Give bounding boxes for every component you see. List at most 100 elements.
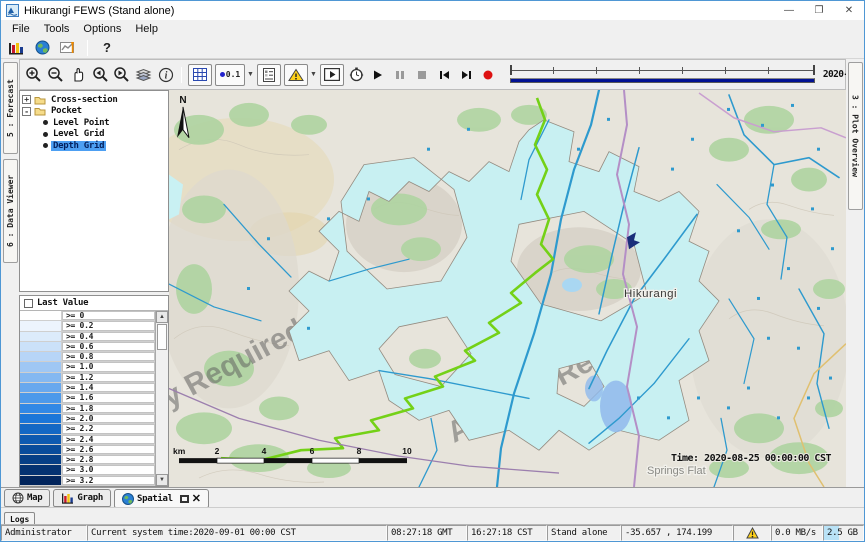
tree-item[interactable]: + Cross-section [22,94,166,106]
legend-toggle-button[interactable] [257,64,281,86]
legend-list: >= 0 >= 0.2 >= 0.4 >= 0.6 >= 0.8 >= 1.0 … [20,311,155,486]
spatial-display-icon[interactable] [57,38,79,57]
tree-item-label[interactable]: Level Point [51,118,111,128]
legend-color-swatch [20,393,62,402]
map-time-label: Time: 2020-08-25 00:00:00 CST [671,452,831,464]
tab-forecast[interactable]: 5 : Forecast [3,62,18,154]
legend-value-label: >= 0.6 [62,342,155,351]
legend-row[interactable]: >= 2.4 [20,435,155,445]
zoom-next-icon[interactable] [111,64,132,86]
scrollbar-thumb[interactable] [157,324,167,350]
chevron-down-icon[interactable]: ▼ [247,71,254,78]
tree-item-label[interactable]: Depth Grid [51,141,106,151]
menu-help[interactable]: Help [128,22,165,36]
status-local-time: 16:27:18 CST [467,525,547,541]
tree-item-label[interactable]: Level Grid [51,129,106,139]
tab-graph-label: Graph [77,493,103,503]
pan-icon[interactable] [67,64,88,86]
tab-close-icon[interactable]: ✕ [192,494,201,504]
bar-chart-icon [61,492,74,504]
last-value-checkbox[interactable] [24,299,33,308]
menu-file[interactable]: File [5,22,37,36]
legend-row[interactable]: >= 2.6 [20,445,155,455]
legend-row[interactable]: >= 1.4 [20,383,155,393]
tab-data-viewer[interactable]: 6 : Data Viewer [3,159,18,263]
timeline-slider[interactable] [510,64,815,86]
expander-icon[interactable]: + [22,95,31,104]
tree-item[interactable]: Level Point [22,117,166,129]
left-tab-strip: 5 : Forecast 6 : Data Viewer [1,59,19,487]
close-button[interactable]: ✕ [834,1,864,20]
tab-maximize-icon[interactable] [180,495,189,503]
scroll-down-icon[interactable]: ▼ [156,474,168,486]
legend-row[interactable]: >= 1.2 [20,373,155,383]
place-label-hikurangi: Hikurangi [624,288,677,300]
tree-item[interactable]: Level Grid [22,129,166,141]
map-toolbar: i 0.1 ▼ ▼ [19,59,846,90]
legend-row[interactable]: >= 1.0 [20,362,155,372]
skip-to-start-icon[interactable] [434,64,455,86]
pause-icon[interactable] [390,64,411,86]
legend-row[interactable]: >= 0.6 [20,342,155,352]
legend-row[interactable]: >= 0.2 [20,321,155,331]
right-tab-strip: 3 : Plot Overview [846,59,864,487]
tree-item-selected[interactable]: Depth Grid [22,140,166,152]
menu-tools[interactable]: Tools [37,22,77,36]
wireframe-globe-icon [12,492,24,504]
title-bar: Hikurangi FEWS (Stand alone) — ❐ ✕ [1,1,864,20]
expander-icon[interactable]: - [22,107,31,116]
layers-icon[interactable] [133,64,154,86]
legend-row[interactable]: >= 2.0 [20,414,155,424]
globe-icon[interactable] [31,38,53,57]
play-icon[interactable] [368,64,389,86]
stop-icon[interactable] [412,64,433,86]
legend-row[interactable]: >= 2.8 [20,455,155,465]
maximize-button[interactable]: ❐ [804,1,834,20]
map-view[interactable]: API Key Required API Key Required [169,90,846,487]
point-size-button[interactable]: 0.1 [215,64,245,86]
legend-scrollbar[interactable]: ▲ ▼ [155,311,168,486]
tab-plot-overview[interactable]: 3 : Plot Overview [848,62,863,210]
data-display-icon[interactable] [5,38,27,57]
animation-settings-icon[interactable] [346,64,367,86]
tree-item-label[interactable]: Pocket [49,106,84,116]
legend-row[interactable]: >= 3.0 [20,465,155,475]
legend-row[interactable]: >= 2.2 [20,424,155,434]
zoom-out-icon[interactable] [45,64,66,86]
legend-color-swatch [20,465,62,474]
legend-row[interactable]: >= 3.2 [20,476,155,486]
zoom-in-icon[interactable] [23,64,44,86]
tab-spatial[interactable]: Spatial ✕ [114,489,209,508]
tab-graph[interactable]: Graph [53,489,111,507]
chevron-down-icon[interactable]: ▼ [310,71,317,78]
tree-item[interactable]: - Pocket [22,106,166,118]
tab-map[interactable]: Map [4,489,50,507]
minimize-button[interactable]: — [774,1,804,20]
legend-row[interactable]: >= 1.8 [20,404,155,414]
folder-icon [34,95,46,105]
globe-icon [122,493,134,505]
record-icon[interactable] [478,64,499,86]
last-value-label: Last Value [37,298,88,308]
help-button[interactable]: ? [96,38,118,57]
animation-movie-button[interactable] [320,64,344,86]
zoom-previous-icon[interactable] [89,64,110,86]
scroll-up-icon[interactable]: ▲ [156,311,168,323]
tree-item-label[interactable]: Cross-section [49,95,120,105]
info-icon[interactable]: i [155,64,176,86]
legend-row[interactable]: >= 0.8 [20,352,155,362]
legend-value-label: >= 2.6 [62,445,155,454]
legend-row[interactable]: >= 1.6 [20,393,155,403]
layers-tree: + Cross-section - Pocket Level Point [19,90,169,292]
legend-value-label: >= 0.2 [62,321,155,330]
map-canvas[interactable]: API Key Required API Key Required [169,90,846,487]
warning-icon [746,527,759,539]
legend-row[interactable]: >= 0.4 [20,332,155,342]
skip-to-end-icon[interactable] [456,64,477,86]
menu-options[interactable]: Options [76,22,128,36]
status-warning-cell[interactable] [733,525,771,541]
legend-row[interactable]: >= 0 [20,311,155,321]
svg-text:km: km [173,446,185,456]
grid-display-button[interactable] [188,64,212,86]
thresholds-button[interactable] [284,64,308,86]
